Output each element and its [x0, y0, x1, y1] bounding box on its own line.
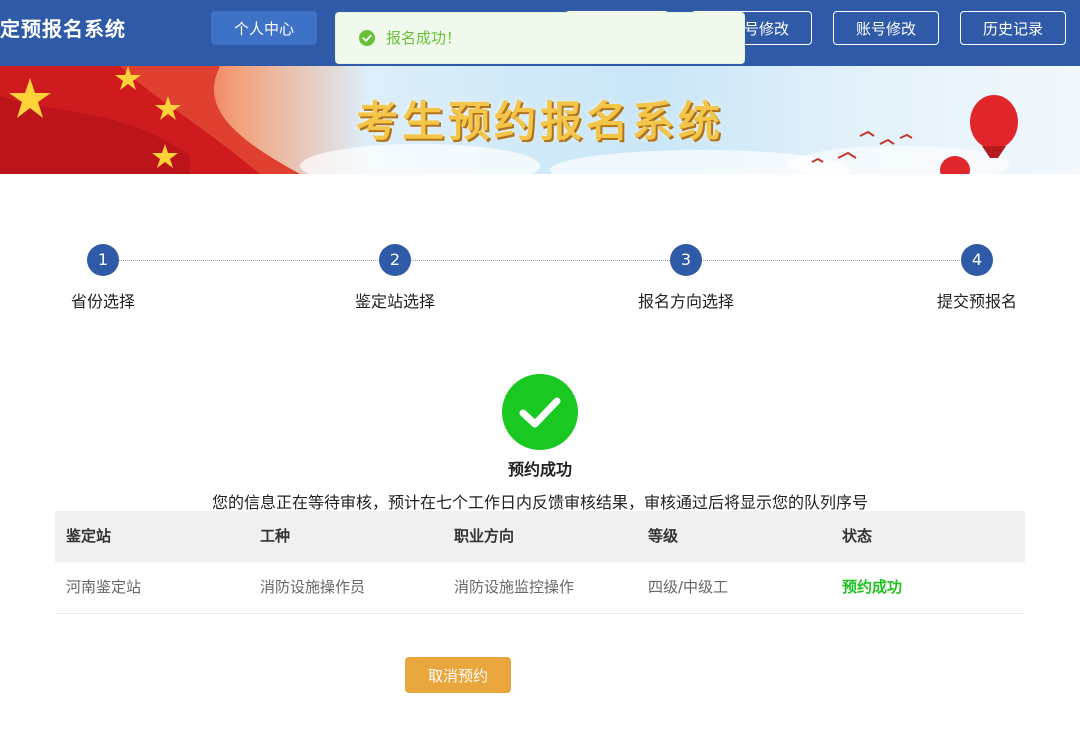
cell-direction: 消防设施监控操作 — [454, 578, 575, 596]
cell-level: 四级/中级工 — [648, 578, 729, 596]
column-header-station: 鉴定站 — [66, 527, 112, 545]
cell-status: 预约成功 — [842, 578, 903, 596]
nav-account-modify-button[interactable]: 账号修改 — [833, 11, 939, 45]
banner: 考生预约报名系统 — [0, 66, 1080, 174]
checkmark-circle-icon — [502, 374, 578, 450]
success-toast: 报名成功！ — [335, 12, 745, 64]
step-label: 报名方向选择 — [637, 292, 734, 311]
step-1: 1 省份选择 — [3, 244, 203, 312]
table-row: 河南鉴定站 消防设施操作员 消防设施监控操作 四级/中级工 预约成功 — [55, 562, 1025, 614]
cancel-reservation-button[interactable]: 取消预约 — [405, 657, 511, 693]
nav-personal-center-button[interactable]: 个人中心 — [211, 11, 317, 45]
app-title: 定预报名系统 — [0, 17, 126, 41]
success-description: 您的信息正在等待审核，预计在七个工作日内反馈审核结果，审核通过后将显示您的队列序… — [211, 493, 868, 512]
step-3: 3 报名方向选择 — [586, 244, 786, 312]
cell-job: 消防设施操作员 — [260, 578, 366, 596]
step-label: 提交预报名 — [936, 292, 1017, 311]
step-number: 4 — [961, 244, 993, 276]
banner-title: 考生预约报名系统 — [355, 97, 724, 146]
column-header-status: 状态 — [842, 527, 873, 545]
reservation-table: 鉴定站 工种 职业方向 等级 状态 河南鉴定站 消防设施操作员 消防设施监控操作… — [55, 511, 1025, 614]
column-header-direction: 职业方向 — [454, 527, 515, 545]
success-title: 预约成功 — [507, 460, 572, 479]
table-header: 鉴定站 工种 职业方向 等级 状态 — [55, 511, 1025, 562]
column-header-level: 等级 — [648, 527, 679, 545]
check-circle-icon — [359, 30, 375, 46]
toast-message: 报名成功！ — [386, 29, 462, 47]
cell-station: 河南鉴定站 — [66, 578, 142, 596]
column-header-job: 工种 — [260, 527, 291, 545]
step-number: 3 — [670, 244, 702, 276]
step-label: 省份选择 — [70, 292, 135, 311]
steps-connector-line — [118, 260, 978, 261]
step-number: 1 — [87, 244, 119, 276]
step-number: 2 — [379, 244, 411, 276]
step-4: 4 提交预报名 — [877, 244, 1077, 312]
step-2: 2 鉴定站选择 — [295, 244, 495, 312]
step-label: 鉴定站选择 — [354, 292, 435, 311]
nav-history-button[interactable]: 历史记录 — [960, 11, 1066, 45]
